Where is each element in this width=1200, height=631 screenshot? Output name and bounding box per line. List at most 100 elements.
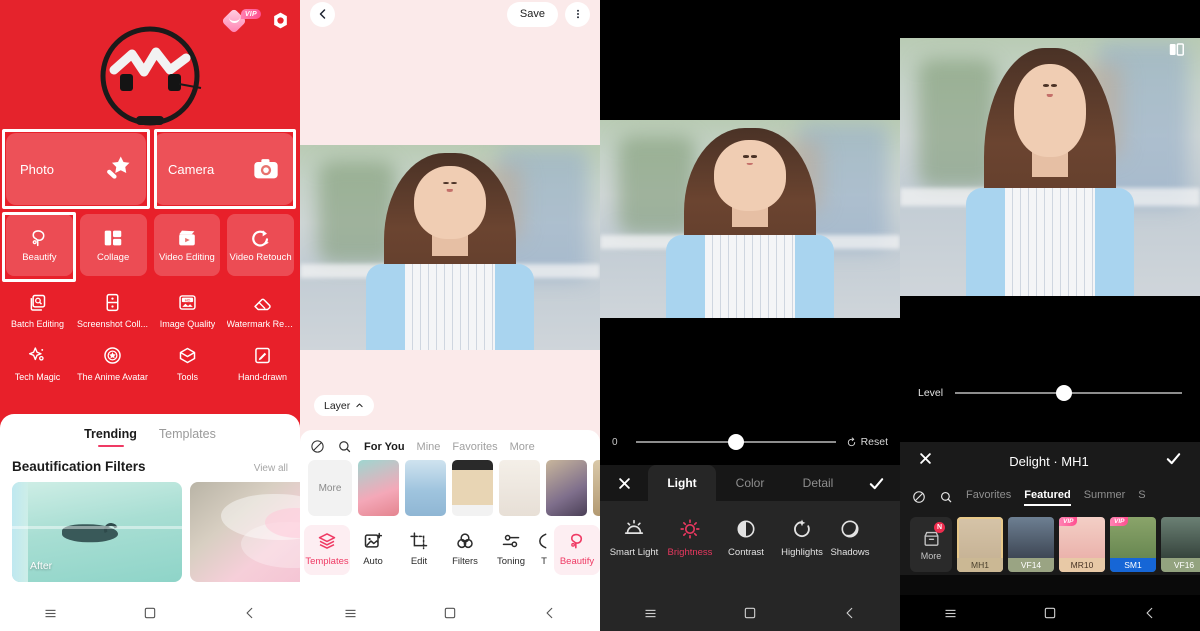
back-chevron-icon[interactable] (230, 595, 270, 631)
filter-thumbnail-strip: N More MH1 VF14 VIP MR10 VIP SM1 VF16 (900, 514, 1200, 575)
more-button[interactable] (565, 1, 590, 27)
template-thumb[interactable] (499, 460, 540, 516)
template-thumb[interactable] (452, 460, 493, 516)
menu-icon[interactable] (930, 595, 970, 631)
tool-brightness[interactable]: Brightness (662, 518, 718, 558)
tab-mine[interactable]: Mine (417, 441, 441, 453)
camera-button[interactable]: Camera (154, 133, 294, 205)
filter-card[interactable]: After (12, 482, 182, 582)
template-thumb[interactable] (358, 460, 399, 516)
tool-contrast[interactable]: Contrast (718, 518, 774, 558)
tool-watermark-remover[interactable]: Watermark Rem... (225, 292, 300, 329)
compare-button[interactable] (1167, 40, 1186, 64)
editor-canvas[interactable] (300, 145, 600, 350)
cancel-button[interactable] (918, 451, 933, 471)
tool-edit[interactable]: Edit (396, 525, 442, 575)
tool-templates[interactable]: Templates (304, 525, 350, 575)
tab-more[interactable]: More (510, 441, 535, 453)
tool-toning[interactable]: Toning (488, 525, 534, 575)
menu-icon[interactable] (330, 595, 370, 631)
home-square-icon[interactable] (730, 595, 770, 631)
filter-thumb-vf16[interactable]: VF16 (1161, 517, 1200, 572)
headphone-product-photo (100, 26, 202, 126)
template-thumb[interactable] (405, 460, 446, 516)
more-filters-button[interactable]: N More (910, 517, 952, 572)
light-adjust-canvas[interactable] (600, 120, 900, 318)
no-filter-icon[interactable] (310, 439, 325, 454)
tool-shadows[interactable]: Shadows (830, 518, 870, 558)
tab-for-you[interactable]: For You (364, 441, 405, 453)
collage-button[interactable]: Collage (79, 214, 147, 276)
home-square-icon[interactable] (430, 595, 470, 631)
tab-trending[interactable]: Trending (84, 427, 137, 447)
level-slider-knob[interactable] (1056, 385, 1073, 401)
layer-button-label: Layer (324, 399, 351, 412)
editor-bottom-panel: For You Mine Favorites More More Templat… (300, 430, 600, 595)
back-chevron-icon[interactable] (830, 595, 870, 631)
vip-badge[interactable]: VIP (221, 8, 261, 34)
confirm-button[interactable] (1165, 450, 1182, 472)
tool-smart-light[interactable]: Smart Light (606, 518, 662, 558)
home-square-icon[interactable] (1030, 595, 1070, 631)
video-editing-button[interactable]: Video Editing (153, 214, 221, 276)
tool-auto[interactable]: Auto (350, 525, 396, 575)
home-square-icon[interactable] (130, 595, 170, 631)
text-icon (539, 533, 547, 549)
tool-tools[interactable]: Tools (150, 345, 225, 382)
tab-color[interactable]: Color (716, 465, 784, 501)
tool-text[interactable]: T (534, 525, 554, 575)
search-icon[interactable] (939, 490, 953, 504)
slider-track[interactable] (636, 434, 836, 450)
gear-icon[interactable] (271, 11, 290, 30)
tool-watermark-remover-label: Watermark Rem... (226, 319, 299, 329)
filter-card[interactable] (190, 482, 300, 582)
layer-button[interactable]: Layer (314, 395, 375, 416)
video-retouch-button[interactable]: Video Retouch (227, 214, 294, 276)
back-button[interactable] (310, 1, 335, 27)
slider-knob[interactable] (727, 434, 744, 450)
tool-image-quality[interactable]: HD Image Quality (150, 292, 225, 329)
filter-thumb-sm1[interactable]: VIP SM1 (1110, 517, 1156, 572)
tool-screenshot-collage[interactable]: Screenshot Coll... (75, 292, 150, 329)
tab-templates[interactable]: Templates (159, 427, 216, 447)
level-slider-track[interactable] (955, 385, 1182, 401)
search-icon[interactable] (337, 439, 352, 454)
tool-tech-magic[interactable]: Tech Magic (0, 345, 75, 382)
tool-beautify[interactable]: Beautify (554, 525, 600, 575)
reset-button[interactable]: Reset (846, 436, 888, 448)
menu-icon[interactable] (630, 595, 670, 631)
tab-favorites[interactable]: Favorites (966, 489, 1011, 506)
view-all-link[interactable]: View all (254, 463, 288, 474)
tab-detail[interactable]: Detail (784, 465, 852, 501)
filter-preview-canvas[interactable] (900, 38, 1200, 296)
tool-hand-drawn[interactable]: Hand-drawn (225, 345, 300, 382)
beautify-button[interactable]: Beautify (6, 214, 73, 276)
no-filter-icon[interactable] (912, 490, 926, 504)
tab-favorites[interactable]: Favorites (452, 441, 497, 453)
template-thumb[interactable] (546, 460, 587, 516)
back-chevron-icon[interactable] (1130, 595, 1170, 631)
cancel-button[interactable] (600, 476, 648, 491)
filter-thumb-mh1[interactable]: MH1 (957, 517, 1003, 572)
filter-thumb-mr10[interactable]: VIP MR10 (1059, 517, 1105, 572)
confirm-button[interactable] (852, 475, 900, 492)
filter-thumb-vf14[interactable]: VF14 (1008, 517, 1054, 572)
hd-image-icon: HD (179, 295, 196, 310)
tab-featured[interactable]: Featured (1024, 489, 1072, 506)
menu-icon[interactable] (30, 595, 70, 631)
portrait-photo (900, 38, 1200, 296)
template-thumb[interactable] (593, 460, 600, 516)
tool-highlights-label: Highlights (781, 547, 823, 558)
tool-highlights[interactable]: Highlights (774, 518, 830, 558)
home-tool-row-1: Batch Editing Screenshot Coll... HD Imag… (0, 292, 300, 329)
tool-anime-avatar[interactable]: The Anime Avatar (75, 345, 150, 382)
tool-filters[interactable]: Filters (442, 525, 488, 575)
tab-light[interactable]: Light (648, 465, 716, 501)
tab-next[interactable]: S (1138, 489, 1145, 506)
photo-button[interactable]: Photo (6, 133, 146, 205)
tab-summer[interactable]: Summer (1084, 489, 1126, 506)
save-button[interactable]: Save (506, 1, 558, 27)
more-templates-button[interactable]: More (308, 460, 352, 516)
tool-batch-editing[interactable]: Batch Editing (0, 292, 75, 329)
back-chevron-icon[interactable] (530, 595, 570, 631)
